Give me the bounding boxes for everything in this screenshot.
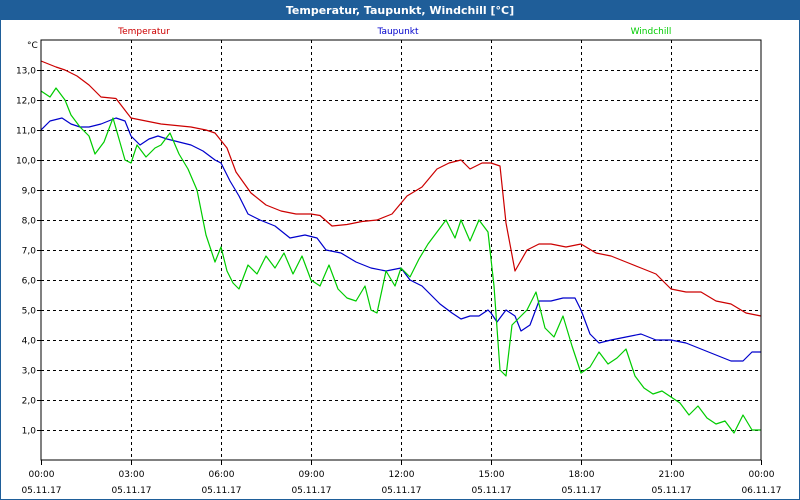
legend-entry-taupunkt: Taupunkt (376, 27, 419, 37)
legend: Temperatur Taupunkt Windchill (117, 27, 671, 37)
x-tick-time: 18:00 (569, 470, 595, 480)
series-line-windchill (40, 87, 761, 434)
x-tick-time: 15:00 (479, 470, 505, 480)
chart-area: 1,0 2,0 3,0 4,0 5,0 6,0 7,0 8,0 9,0 10,0 11,0 12,0 1… (16, 27, 782, 496)
x-tick-time: 03:00 (119, 470, 145, 480)
x-tick-date: 05.11.17 (21, 486, 61, 496)
x-tick-date: 05.11.17 (291, 486, 331, 496)
y-tick-label: 6,0 (22, 277, 37, 287)
grid (41, 40, 761, 460)
x-tick-date: 05.11.17 (561, 486, 601, 496)
y-tick-label: 2,0 (22, 397, 37, 407)
series-line-temperatur (40, 60, 762, 317)
y-tick-label: 7,0 (22, 247, 37, 257)
x-tick-date: 05.11.17 (651, 486, 691, 496)
x-tick-date: 05.11.17 (111, 486, 151, 496)
y-tick-label: 12,0 (16, 97, 36, 107)
y-tick-label: 8,0 (22, 217, 37, 227)
x-tick-time: 00:00 (749, 470, 775, 480)
x-tick-date: 06.11.17 (741, 486, 781, 496)
x-tick-date: 05.11.17 (201, 486, 241, 496)
chart-window: Temperatur, Taupunkt, Windchill [°C] 1,0… (0, 0, 800, 500)
x-tick-date: 05.11.17 (471, 486, 511, 496)
y-axis-label: °C (27, 41, 38, 51)
y-tick-label: 13,0 (16, 67, 36, 77)
y-tick-label: 3,0 (22, 367, 37, 377)
x-tick-time: 12:00 (389, 470, 415, 480)
y-tick-label: 5,0 (22, 307, 37, 317)
window-title: Temperatur, Taupunkt, Windchill [°C] (1, 1, 799, 20)
y-tick-label: 10,0 (16, 157, 36, 167)
y-tick-label: 9,0 (22, 187, 37, 197)
x-tick-time: 00:00 (29, 470, 55, 480)
x-tick-time: 09:00 (299, 470, 325, 480)
y-tick-label: 1,0 (22, 427, 37, 437)
x-tick-date: 05.11.17 (381, 486, 421, 496)
x-tick-time: 21:00 (659, 470, 685, 480)
legend-entry-windchill: Windchill (631, 27, 672, 37)
x-tick-time: 06:00 (209, 470, 235, 480)
y-tick-label: 11,0 (16, 127, 36, 137)
legend-entry-temperatur: Temperatur (117, 27, 170, 37)
y-tick-label: 4,0 (22, 337, 37, 347)
